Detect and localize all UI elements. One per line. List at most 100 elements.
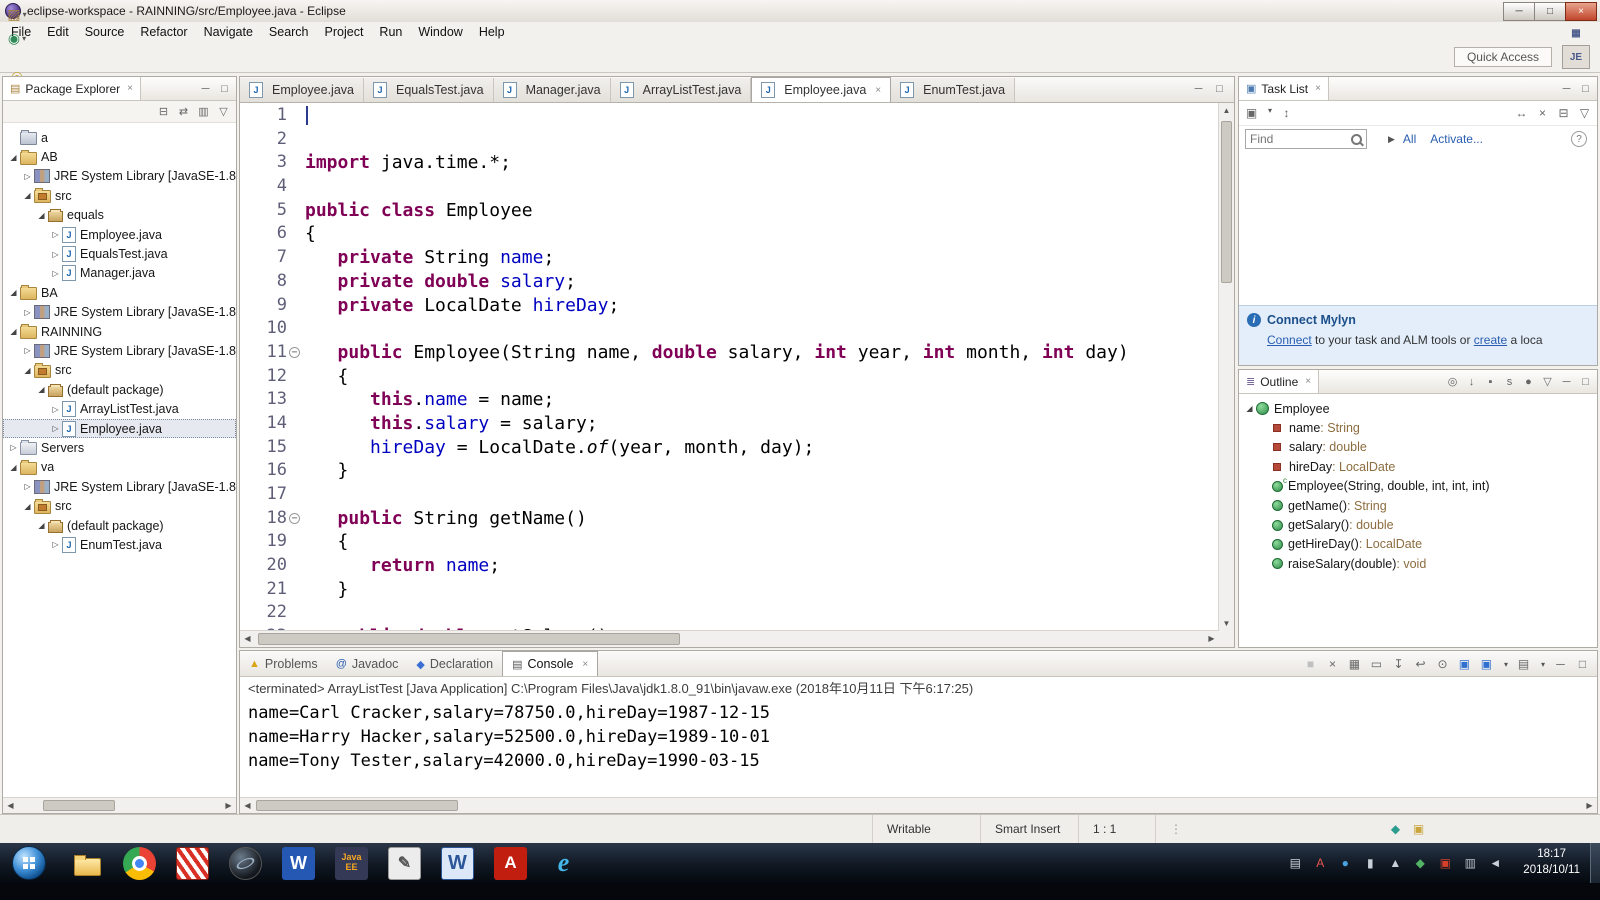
expand-arrow-icon[interactable]: ◢: [21, 502, 34, 511]
menu-refactor[interactable]: Refactor: [132, 23, 195, 41]
code-line-7[interactable]: private String name;: [305, 246, 1219, 270]
menu-search[interactable]: Search: [261, 23, 317, 41]
find-input[interactable]: [1245, 129, 1367, 149]
editor-tab-equalstest-java[interactable]: EqualsTest.java: [364, 78, 494, 102]
pin-console-icon[interactable]: ⊙: [1436, 657, 1449, 671]
scroll-right-icon[interactable]: ▶: [1204, 631, 1219, 646]
outline-item-hireday[interactable]: hireDay : LocalDate: [1239, 457, 1597, 476]
eclipse-javaee-taskbar-icon[interactable]: Java EE: [335, 846, 368, 880]
menu-help[interactable]: Help: [471, 23, 513, 41]
expand-arrow-icon[interactable]: ◢: [1243, 404, 1256, 413]
usb-tray-tray-icon[interactable]: ▥: [1462, 855, 1478, 871]
view-menu-icon[interactable]: ▽: [217, 105, 230, 119]
package-explorer-hscrollbar[interactable]: ◀ ▶: [3, 797, 236, 813]
code-line-1[interactable]: [305, 104, 1219, 128]
console-tab-console[interactable]: ▤ Console ×: [502, 651, 599, 676]
show-hidden-tray-icon[interactable]: ▲: [1387, 855, 1403, 871]
expand-arrow-icon[interactable]: ◢: [35, 521, 48, 530]
maximize-view-icon[interactable]: □: [1579, 375, 1592, 389]
console-tab-declaration[interactable]: ◆ Declaration: [407, 652, 502, 676]
expand-arrow-icon[interactable]: ◢: [7, 153, 20, 162]
scroll-thumb[interactable]: [1221, 121, 1232, 283]
close-tab-icon[interactable]: ×: [875, 85, 881, 96]
tree-item-arraylisttest-java[interactable]: ▷ ArrayListTest.java: [3, 399, 236, 418]
tree-item-employee-java[interactable]: ▷ Employee.java: [3, 418, 236, 439]
editor-tab-arraylisttest-java[interactable]: ArrayListTest.java: [610, 78, 752, 102]
expand-arrow-icon[interactable]: ◢: [21, 366, 34, 375]
touch-keyboard-tray-icon[interactable]: ▤: [1287, 855, 1303, 871]
code-line-3[interactable]: import java.time.*;: [305, 151, 1219, 175]
code-line-5[interactable]: public class Employee: [305, 199, 1219, 223]
hide-fields-icon[interactable]: ▪: [1484, 375, 1497, 389]
maximize-editor-icon[interactable]: □: [1213, 82, 1226, 96]
scroll-right-icon[interactable]: ▶: [1582, 798, 1597, 813]
editor-tab-enumtest-java[interactable]: EnumTest.java: [891, 78, 1016, 102]
menu-project[interactable]: Project: [317, 23, 372, 41]
code-content[interactable]: import java.time.*; public class Employee…: [302, 103, 1219, 631]
taskbar-clock[interactable]: 18:17 2018/10/11: [1513, 847, 1590, 878]
outline-item-name[interactable]: name : String: [1239, 418, 1597, 437]
close-view-icon[interactable]: ×: [127, 83, 133, 94]
code-line-16[interactable]: }: [305, 459, 1219, 483]
hide-non-public-members-icon[interactable]: ●: [1522, 375, 1535, 389]
scroll-thumb[interactable]: [258, 633, 680, 645]
tree-item-jre-system-library-javase-1-8[interactable]: ▷ JRE System Library [JavaSE-1.8]: [3, 477, 236, 496]
scroll-right-icon[interactable]: ▶: [221, 798, 236, 813]
display-selected-console-icon[interactable]: ▣: [1458, 657, 1471, 671]
outline-item-employee-string-double-int-int-int[interactable]: Employee(String, double, int, int, int): [1239, 477, 1597, 496]
expand-arrow-icon[interactable]: ◢: [7, 327, 20, 336]
quick-access[interactable]: Quick Access: [1453, 47, 1552, 67]
acrobat-taskbar-icon[interactable]: A: [494, 846, 527, 880]
menu-navigate[interactable]: Navigate: [196, 23, 261, 41]
close-button[interactable]: ×: [1565, 1, 1597, 21]
expand-arrow-icon[interactable]: ▷: [49, 230, 62, 239]
console-output[interactable]: name=Carl Cracker,salary=78750.0,hireDay…: [240, 698, 1597, 773]
tree-item-ba[interactable]: ◢ BA: [3, 283, 236, 302]
maximize-view-icon[interactable]: □: [1579, 82, 1592, 96]
menu-run[interactable]: Run: [371, 23, 410, 41]
focus-on-active-task-icon[interactable]: ▥: [197, 105, 210, 119]
collapse-fold-icon[interactable]: −: [289, 347, 300, 359]
code-line-6[interactable]: {: [305, 222, 1219, 246]
maximize-button[interactable]: □: [1534, 1, 1566, 21]
new-class-button[interactable]: ◉ ▾: [5, 26, 29, 50]
code-line-12[interactable]: {: [305, 365, 1219, 389]
tree-item-default-package[interactable]: ◢ (default package): [3, 516, 236, 535]
expand-arrow-icon[interactable]: ◢: [7, 288, 20, 297]
code-line-4[interactable]: [305, 175, 1219, 199]
expand-arrow-icon[interactable]: ▷: [49, 424, 62, 433]
mylyn-text-part[interactable]: Connect: [1267, 333, 1312, 347]
expand-arrow-icon[interactable]: ▷: [21, 346, 34, 355]
link-with-editor-icon[interactable]: ⇄: [177, 105, 190, 119]
code-line-9[interactable]: private LocalDate hireDay;: [305, 294, 1219, 318]
outline-tab[interactable]: ≣ Outline ×: [1239, 370, 1320, 393]
console-view-menu-icon[interactable]: ▤: [1517, 657, 1530, 671]
wps-taskbar-icon[interactable]: [176, 846, 209, 880]
expand-arrow-icon[interactable]: ▷: [49, 540, 62, 549]
javaee-perspective-button[interactable]: JE: [1562, 45, 1590, 69]
delete-task-icon[interactable]: ×: [1536, 106, 1549, 120]
start-button[interactable]: [12, 846, 46, 880]
collapse-fold-icon[interactable]: −: [289, 513, 300, 525]
minimize-button[interactable]: ─: [1503, 1, 1535, 21]
link-with-editor-icon[interactable]: ↔: [1515, 106, 1528, 120]
outline-item-raisesalary-double[interactable]: raiseSalary(double) : void: [1239, 554, 1597, 573]
code-line-20[interactable]: return name;: [305, 554, 1219, 578]
code-line-2[interactable]: [305, 128, 1219, 152]
code-line-19[interactable]: {: [305, 530, 1219, 554]
code-line-21[interactable]: }: [305, 578, 1219, 602]
minimize-view-icon[interactable]: ─: [1560, 375, 1573, 389]
expand-arrow-icon[interactable]: ◢: [35, 211, 48, 220]
focus-on-active-task-icon[interactable]: ◎: [1446, 375, 1459, 389]
menu-source[interactable]: Source: [77, 23, 133, 41]
tree-item-src[interactable]: ◢ src: [3, 496, 236, 515]
code-line-10[interactable]: [305, 317, 1219, 341]
scroll-left-icon[interactable]: ◀: [240, 798, 255, 813]
notes-app-taskbar-icon[interactable]: ✎: [388, 846, 421, 880]
scroll-lock-icon[interactable]: ↧: [1392, 657, 1405, 671]
code-line-15[interactable]: hireDay = LocalDate.of(year, month, day)…: [305, 436, 1219, 460]
code-line-14[interactable]: this.salary = salary;: [305, 412, 1219, 436]
explorer-taskbar-icon[interactable]: [70, 847, 103, 880]
close-tab-icon[interactable]: ×: [582, 659, 588, 670]
expand-arrow-icon[interactable]: ▷: [49, 250, 62, 259]
